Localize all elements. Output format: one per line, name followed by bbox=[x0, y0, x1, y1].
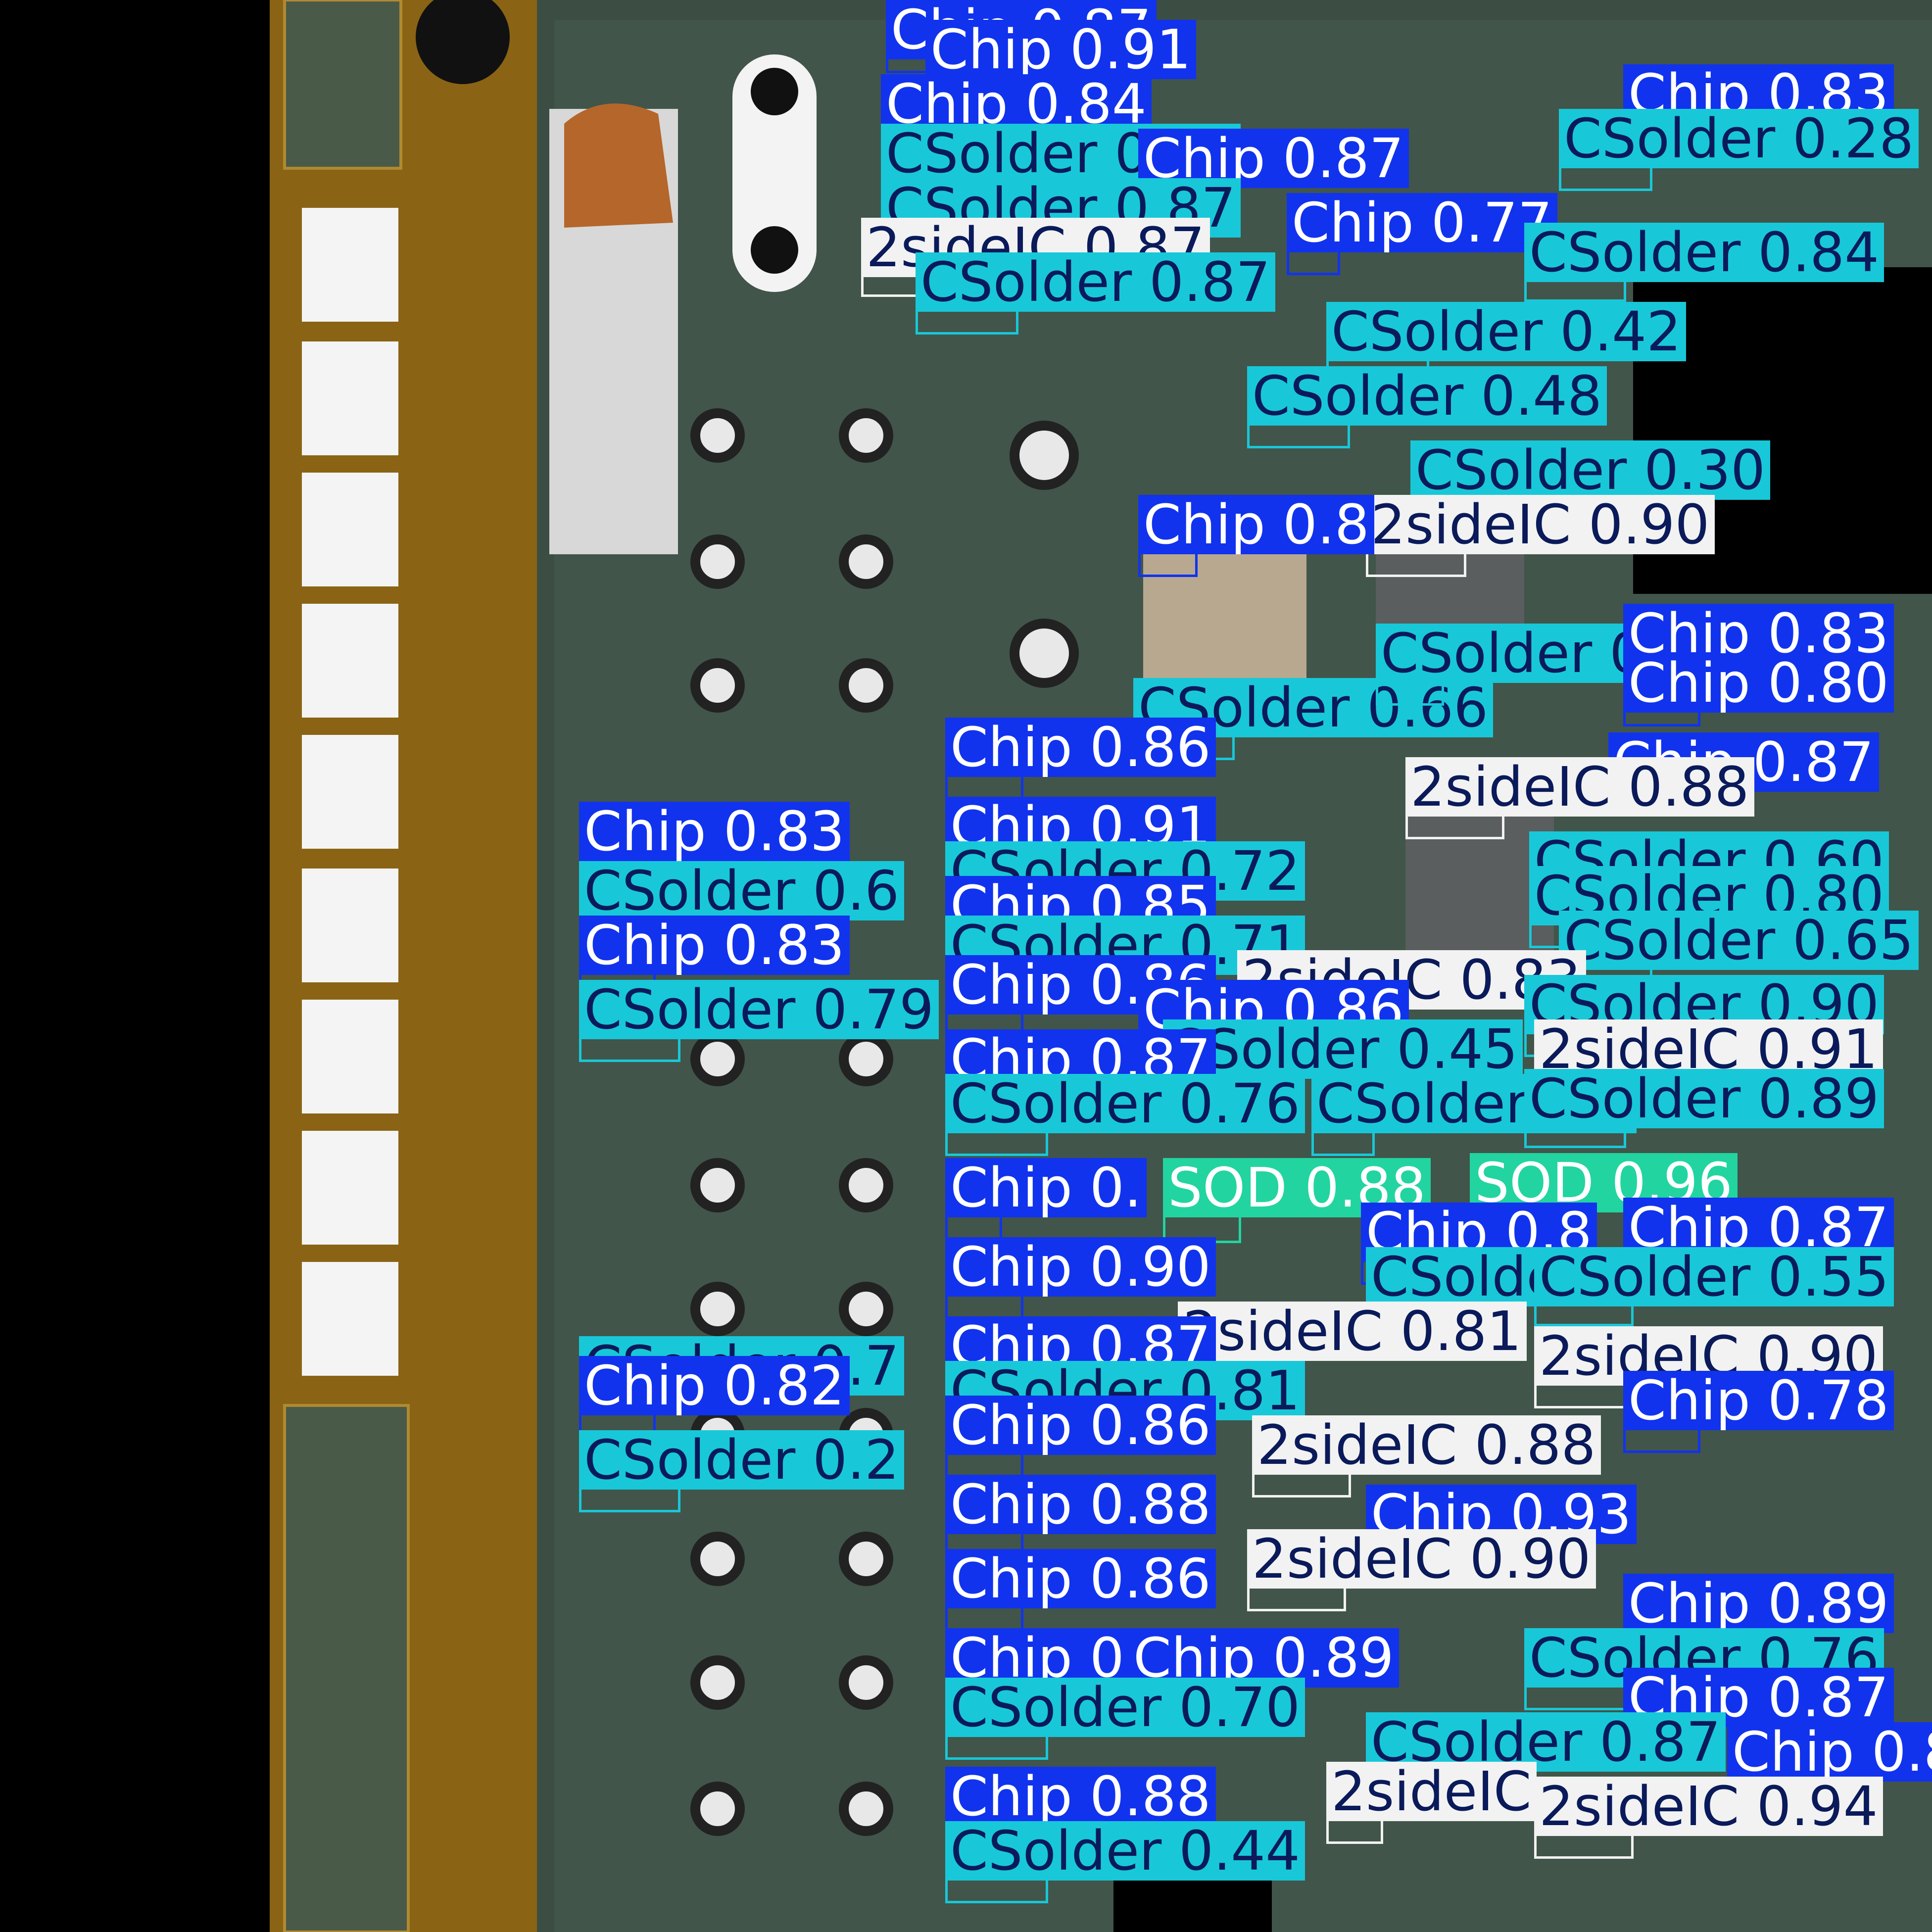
detection-label: Chip 0.86 bbox=[945, 1396, 1216, 1455]
detection-label: Chip 0.91 bbox=[925, 20, 1196, 79]
detection-label: Chip 0.82 bbox=[579, 1356, 850, 1415]
detection-label: CSolder 0.45 bbox=[1163, 1019, 1523, 1079]
detection-label: Chip 0.78 bbox=[1623, 1371, 1894, 1430]
detection-label: Chip 0. bbox=[945, 1158, 1147, 1217]
detection-label: Chip 0.83 bbox=[579, 916, 850, 975]
detection-label: Chip 0.88 bbox=[945, 1475, 1216, 1534]
detection-label: CSolder 0.84 bbox=[1524, 223, 1884, 282]
detection-label: CSolder 0.65 bbox=[1559, 911, 1919, 970]
detection-label: CSolder 0.55 bbox=[1534, 1247, 1894, 1306]
detection-label: 2sideIC 0.88 bbox=[1405, 757, 1754, 817]
detection-label: Chip 0.86 bbox=[945, 1549, 1216, 1608]
detection-label: Chip 0.81 bbox=[1727, 1722, 1932, 1782]
detection-label: CSolder 0.79 bbox=[579, 980, 939, 1039]
detection-label: CSolder 0.2 bbox=[579, 1430, 905, 1490]
detection-label: CSolder 0.6 bbox=[579, 861, 905, 920]
detection-label: 2sideIC 0.94 bbox=[1534, 1777, 1883, 1836]
detection-label: CSolder 0.30 bbox=[1410, 440, 1771, 500]
detection-label: 2sideIC 0.81 bbox=[1178, 1302, 1527, 1361]
detection-label: Chip 0.89 bbox=[1623, 1574, 1894, 1633]
detection-label: CSolder 0.42 bbox=[1326, 302, 1687, 361]
detection-label: CSolder 0.48 bbox=[1247, 366, 1607, 426]
detection-label: 2sideIC 0.90 bbox=[1366, 495, 1715, 554]
detection-label: CSolder 0.89 bbox=[1524, 1069, 1884, 1128]
detection-label: CSolder 0.76 bbox=[945, 1074, 1305, 1133]
detection-label: Chip 0.77 bbox=[1287, 193, 1557, 252]
detection-overlay: Chip 0.87Chip 0.91Chip 0.84CSolder 0.87C… bbox=[0, 0, 1932, 1932]
detection-label: CSolder 0.28 bbox=[1559, 109, 1919, 168]
detection-label: Chip 0.88 bbox=[945, 1767, 1216, 1826]
detection-label: 2sideIC 0.88 bbox=[1252, 1415, 1601, 1475]
detection-label: Chip 0.80 bbox=[1623, 653, 1894, 713]
detection-label: 2sideIC 0.90 bbox=[1247, 1529, 1596, 1589]
detection-label: Chip 0.8 bbox=[1138, 495, 1374, 554]
detection-label: CSolder 0.87 bbox=[916, 252, 1276, 312]
detection-label: Chip 0.86 bbox=[945, 718, 1216, 777]
detection-label: Chip 0.83 bbox=[579, 802, 850, 861]
detection-label: Chip 0.90 bbox=[945, 1237, 1216, 1297]
detection-label: CSolder 0.70 bbox=[945, 1678, 1305, 1737]
detection-label: CSolder 0.44 bbox=[945, 1821, 1305, 1881]
detection-label: 2sideIC bbox=[1326, 1762, 1537, 1821]
